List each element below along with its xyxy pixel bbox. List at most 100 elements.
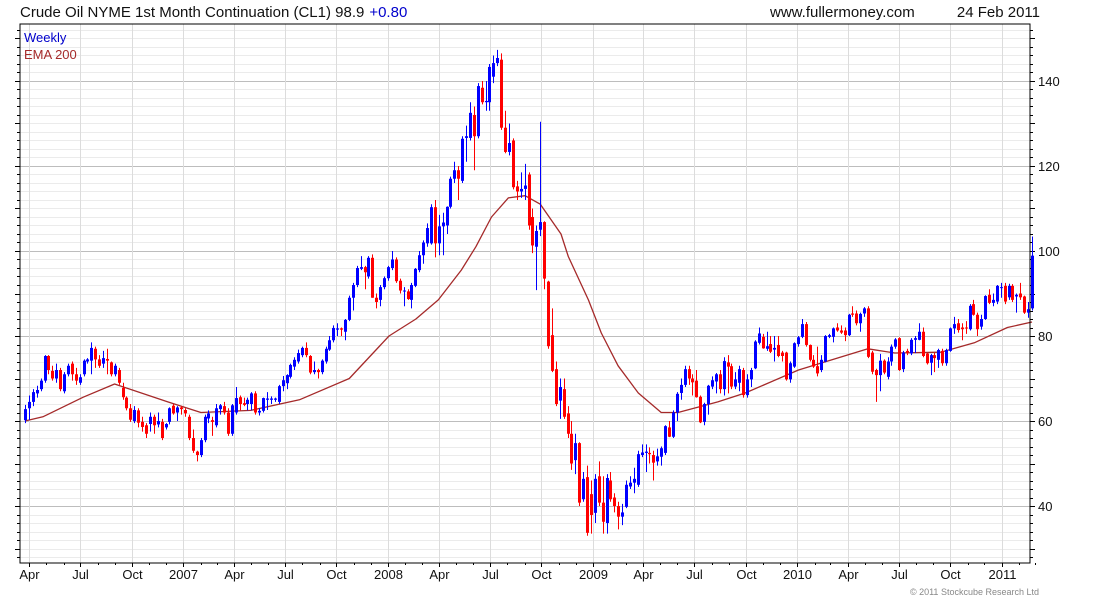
- site-url[interactable]: www.fullermoney.com: [769, 4, 915, 21]
- candle-down: [883, 359, 886, 375]
- candle-body: [492, 63, 495, 77]
- candle-body: [250, 393, 253, 405]
- candle-body: [672, 412, 675, 437]
- candle-body: [133, 409, 136, 422]
- candle-body: [63, 374, 66, 392]
- candle-body: [750, 370, 753, 380]
- candle-body: [758, 333, 761, 343]
- candle-body: [196, 451, 199, 456]
- candle-down: [1011, 284, 1014, 303]
- candle-down: [254, 391, 257, 415]
- candle-body: [391, 259, 394, 268]
- candle-body: [567, 413, 570, 434]
- candle-body: [94, 348, 97, 360]
- candle-body: [297, 353, 300, 362]
- candle-body: [473, 114, 476, 137]
- candle-body: [293, 359, 296, 367]
- candle-body: [407, 291, 410, 300]
- candle-body: [282, 380, 285, 387]
- chart-title: Crude Oil NYME 1st Month Continuation (C…: [20, 4, 407, 21]
- candle-body: [414, 268, 417, 286]
- candle-body: [972, 304, 975, 315]
- candle-body: [598, 476, 601, 503]
- y-tick-label: 100: [1038, 244, 1060, 259]
- candle-body: [86, 359, 89, 362]
- candle-up: [461, 136, 464, 183]
- candle-down: [371, 254, 374, 298]
- candle-body: [410, 284, 413, 300]
- candle-body: [258, 410, 261, 413]
- candle-body: [192, 438, 195, 451]
- candle-body: [305, 347, 308, 356]
- candle-up: [754, 340, 757, 370]
- candle-body: [695, 380, 698, 398]
- candle-body: [539, 222, 542, 230]
- candle-body: [965, 327, 968, 329]
- candle-body: [98, 359, 101, 366]
- candle-body: [570, 433, 573, 464]
- candle-up: [824, 335, 827, 363]
- candle-body: [559, 387, 562, 401]
- candle-down: [512, 138, 515, 190]
- candle-body: [855, 313, 858, 324]
- candle-body: [157, 421, 160, 425]
- candle-body: [637, 454, 640, 485]
- candle-body: [360, 267, 363, 269]
- candle-body: [106, 358, 109, 361]
- candle-body: [723, 361, 726, 390]
- candle-body: [801, 324, 804, 337]
- candle-body: [395, 259, 398, 282]
- candle-body: [937, 350, 940, 360]
- candle-body: [438, 226, 441, 244]
- candle-down: [941, 348, 944, 366]
- candle-body: [1015, 294, 1018, 297]
- candle-body: [676, 393, 679, 413]
- candle-body: [879, 360, 882, 376]
- candle-up: [200, 438, 203, 458]
- candle-body: [547, 281, 550, 347]
- candle-up: [321, 359, 324, 375]
- candle-body: [680, 384, 683, 393]
- candle-body: [824, 336, 827, 362]
- candle-body: [953, 324, 956, 329]
- candle-body: [485, 100, 488, 103]
- candle-body: [906, 350, 909, 353]
- candle-body: [887, 361, 890, 377]
- candle-body: [777, 344, 780, 356]
- candle-body: [301, 347, 304, 356]
- candle-body: [32, 392, 35, 402]
- candle-body: [820, 359, 823, 371]
- candle-body: [574, 443, 577, 461]
- candle-down: [922, 327, 925, 358]
- candle-up: [477, 83, 480, 139]
- candle-body: [863, 308, 866, 314]
- x-tick-label: Oct: [736, 567, 757, 582]
- candle-body: [734, 379, 737, 387]
- candle-body: [28, 401, 31, 409]
- candle-body: [508, 143, 511, 152]
- candle-up: [996, 284, 999, 305]
- candle-down: [805, 321, 808, 347]
- candle-body: [645, 451, 648, 453]
- candle-down: [871, 350, 874, 375]
- candle-body: [125, 397, 128, 409]
- candle-body: [531, 216, 534, 246]
- candle-body: [403, 290, 406, 292]
- candle-up: [414, 267, 417, 288]
- candle-body: [465, 136, 468, 138]
- candle-body: [933, 355, 936, 359]
- candle-body: [922, 331, 925, 356]
- candle-body: [55, 370, 58, 379]
- candle-body: [555, 369, 558, 405]
- candle-body: [36, 389, 39, 394]
- candle-down: [118, 367, 121, 385]
- legend-weekly: Weekly: [24, 30, 67, 45]
- candle-body: [894, 339, 897, 347]
- candle-up: [902, 350, 905, 373]
- candle-body: [114, 365, 117, 375]
- candle-up: [168, 407, 171, 425]
- copyright: © 2011 Stockcube Research Ltd: [910, 587, 1039, 597]
- x-tick-label: 2007: [169, 567, 198, 582]
- candle-body: [442, 222, 445, 227]
- candle-body: [278, 386, 281, 402]
